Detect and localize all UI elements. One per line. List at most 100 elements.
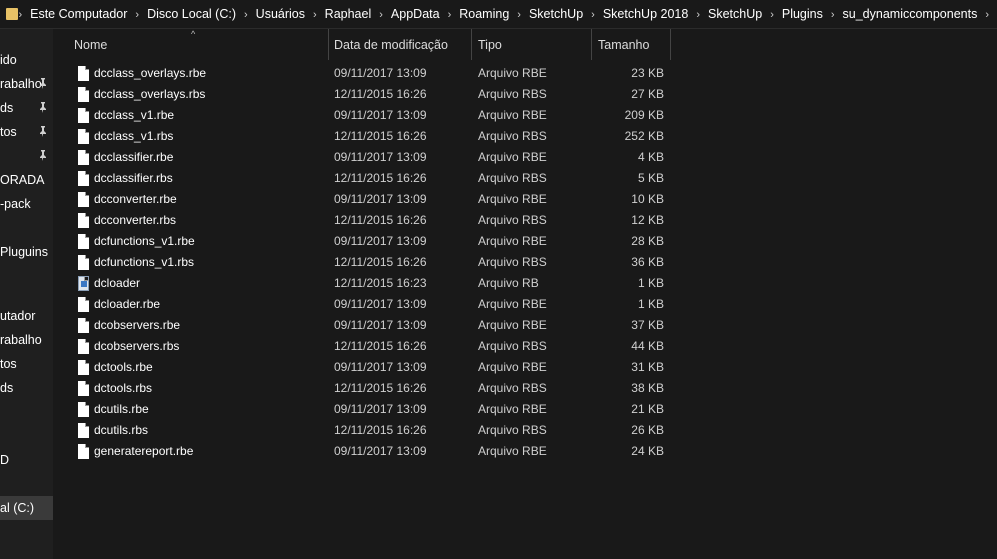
breadcrumb-separator-icon[interactable]: › xyxy=(985,9,989,21)
breadcrumb-separator-icon[interactable]: › xyxy=(517,9,521,21)
nav-item[interactable]: -pack xyxy=(0,192,53,216)
file-row[interactable]: dcobservers.rbe 09/11/2017 13:09 Arquivo R… xyxy=(54,315,674,336)
file-date: 12/11/2015 16:26 xyxy=(334,213,427,227)
file-row[interactable]: dcutils.rbe 09/11/2017 13:09 Arquivo RBE 21… xyxy=(54,399,674,420)
file-row[interactable]: dctools.rbs 12/11/2015 16:26 Arquivo RBS 38… xyxy=(54,378,674,399)
document-icon xyxy=(78,108,89,123)
breadcrumb-separator-icon[interactable]: › xyxy=(244,9,248,21)
nav-item[interactable]: ds xyxy=(0,376,53,400)
breadcrumb-separator-icon[interactable]: › xyxy=(448,9,452,21)
nav-item[interactable]: al (C:) xyxy=(0,496,53,520)
nav-item[interactable] xyxy=(0,264,53,288)
nav-item[interactable]: D xyxy=(0,448,53,472)
file-type: Arquivo RBE xyxy=(478,360,547,374)
file-name: generatereport.rbe xyxy=(94,444,194,458)
file-row[interactable]: dcclassifier.rbs 12/11/2015 16:26 Arquivo … xyxy=(54,168,674,189)
file-row[interactable]: dcconverter.rbe 09/11/2017 13:09 Arquivo R… xyxy=(54,189,674,210)
file-name: dcclass_v1.rbs xyxy=(94,129,174,143)
breadcrumb-separator-icon[interactable]: › xyxy=(591,9,595,21)
breadcrumb-item[interactable]: SketchUp 2018 xyxy=(603,7,688,21)
breadcrumb-item[interactable]: SketchUp xyxy=(708,7,762,21)
document-icon xyxy=(78,297,89,312)
nav-item[interactable]: rabalho xyxy=(0,328,53,352)
file-type: Arquivo RBE xyxy=(478,318,547,332)
column-header-size[interactable]: Tamanho xyxy=(592,29,671,60)
file-row[interactable]: dcfunctions_v1.rbe 09/11/2017 13:09 Arquiv… xyxy=(54,231,674,252)
breadcrumb-separator-icon[interactable]: › xyxy=(770,9,774,21)
file-row[interactable]: dctools.rbe 09/11/2017 13:09 Arquivo RBE 31… xyxy=(54,357,674,378)
file-name: dcobservers.rbe xyxy=(94,318,181,332)
breadcrumb-item[interactable]: Raphael xyxy=(325,7,372,21)
file-row[interactable]: dcclass_overlays.rbe 09/11/2017 13:09 Arqu… xyxy=(54,63,674,84)
breadcrumb-separator-icon[interactable]: › xyxy=(831,9,835,21)
nav-item-label: rabalho xyxy=(0,77,42,91)
nav-item-label: ds xyxy=(0,101,14,115)
file-size: 1 KB xyxy=(637,297,664,311)
file-type: Arquivo RBS xyxy=(478,213,547,227)
nav-item[interactable]: rabalho xyxy=(0,72,53,96)
nav-item-label: ORADA xyxy=(0,173,45,187)
nav-item[interactable]: ido xyxy=(0,48,53,72)
file-row[interactable]: dcutils.rbs 12/11/2015 16:26 Arquivo RBS 26… xyxy=(54,420,674,441)
file-name: dctools.rbs xyxy=(94,381,153,395)
breadcrumb-item[interactable]: Roaming xyxy=(459,7,509,21)
breadcrumb-item[interactable]: Plugins xyxy=(782,7,823,21)
nav-item[interactable]: tos xyxy=(0,120,53,144)
file-row[interactable]: dcclass_overlays.rbs 12/11/2015 16:26 Arqu… xyxy=(54,84,674,105)
file-size: 31 KB xyxy=(631,360,664,374)
file-size: 1 KB xyxy=(637,276,664,290)
file-row[interactable]: dcobservers.rbs 12/11/2015 16:26 Arquivo R… xyxy=(54,336,674,357)
nav-item[interactable] xyxy=(0,144,53,168)
file-date: 12/11/2015 16:26 xyxy=(334,255,427,269)
file-row[interactable]: generatereport.rbe 09/11/2017 13:09 Arquiv… xyxy=(54,441,674,462)
column-header-date[interactable]: Data de modificação xyxy=(328,29,472,60)
nav-item[interactable] xyxy=(0,424,53,448)
breadcrumb-item[interactable]: AppData xyxy=(391,7,440,21)
file-name: dcclass_v1.rbe xyxy=(94,108,175,122)
breadcrumb-separator-icon[interactable]: › xyxy=(135,9,139,21)
file-row[interactable]: dcclass_v1.rbe 09/11/2017 13:09 Arquivo RB… xyxy=(54,105,674,126)
file-size: 24 KB xyxy=(631,444,664,458)
file-row[interactable]: dcconverter.rbs 12/11/2015 16:26 Arquivo R… xyxy=(54,210,674,231)
breadcrumb-item[interactable]: Este Computador xyxy=(30,7,127,21)
file-row[interactable]: dcloader 12/11/2015 16:23 Arquivo RB 1 KB xyxy=(54,273,674,294)
nav-item[interactable]: utador xyxy=(0,304,53,328)
nav-item[interactable] xyxy=(0,472,53,496)
document-icon xyxy=(78,402,89,417)
document-icon xyxy=(78,213,89,228)
file-size: 26 KB xyxy=(631,423,664,437)
file-type: Arquivo RBE xyxy=(478,192,547,206)
breadcrumb-separator-icon[interactable]: › xyxy=(313,9,317,21)
nav-item[interactable]: tos xyxy=(0,352,53,376)
address-bar[interactable]: › Este Computador › Disco Local (C:) › Usuári… xyxy=(0,0,997,29)
document-icon xyxy=(78,360,89,375)
breadcrumb-item[interactable]: su_dynamiccomponents xyxy=(843,7,978,21)
breadcrumb-item[interactable]: Disco Local (C:) xyxy=(147,7,236,21)
file-date: 12/11/2015 16:26 xyxy=(334,339,427,353)
file-name: dcloader xyxy=(94,276,141,290)
pin-icon xyxy=(38,78,49,89)
nav-item[interactable] xyxy=(0,216,53,240)
file-row[interactable]: dcclass_v1.rbs 12/11/2015 16:26 Arquivo RB… xyxy=(54,126,674,147)
nav-item[interactable]: ds xyxy=(0,96,53,120)
column-header-name[interactable]: Nome xyxy=(68,29,329,60)
nav-item[interactable]: ORADA xyxy=(0,168,53,192)
file-name: dcclassifier.rbs xyxy=(94,171,173,185)
column-header-type[interactable]: Tipo xyxy=(472,29,592,60)
breadcrumb-item[interactable]: Usuários xyxy=(256,7,305,21)
breadcrumb-separator-icon[interactable]: › xyxy=(379,9,383,21)
file-row[interactable]: dcloader.rbe 09/11/2017 13:09 Arquivo RBE 1… xyxy=(54,294,674,315)
nav-item[interactable] xyxy=(0,400,53,424)
file-size: 21 KB xyxy=(631,402,664,416)
breadcrumb-separator-icon[interactable]: › xyxy=(696,9,700,21)
nav-item[interactable]: Pluguins xyxy=(0,240,53,264)
file-type: Arquivo RBS xyxy=(478,171,547,185)
breadcrumb-item[interactable]: SketchUp xyxy=(529,7,583,21)
file-size: 252 KB xyxy=(624,129,664,143)
breadcrumb-separator-icon[interactable]: › xyxy=(18,9,22,21)
file-type: Arquivo RBS xyxy=(478,381,547,395)
file-row[interactable]: dcfunctions_v1.rbs 12/11/2015 16:26 Arquiv… xyxy=(54,252,674,273)
file-name: dcfunctions_v1.rbe xyxy=(94,234,195,248)
file-date: 09/11/2017 13:09 xyxy=(334,66,427,80)
file-row[interactable]: dcclassifier.rbe 09/11/2017 13:09 Arquivo … xyxy=(54,147,674,168)
